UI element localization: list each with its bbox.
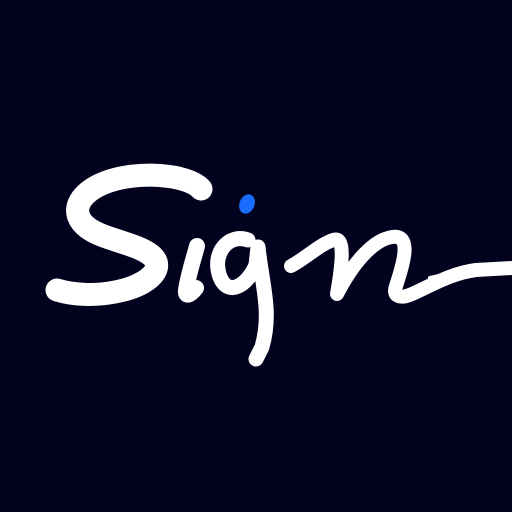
letter-s-stroke bbox=[45, 163, 213, 306]
signature-logo-icon bbox=[45, 163, 512, 367]
app-icon bbox=[0, 0, 512, 512]
letter-g-stroke bbox=[210, 231, 274, 367]
i-dot-accent bbox=[239, 194, 255, 214]
letter-i-stroke bbox=[177, 238, 205, 303]
letter-n-stroke bbox=[284, 229, 512, 304]
